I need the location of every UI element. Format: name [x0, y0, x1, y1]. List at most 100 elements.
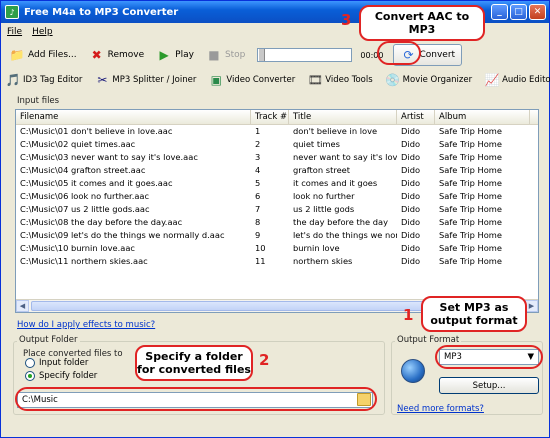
- cell-filename: C:\Music\11 northern skies.aac: [20, 256, 148, 266]
- cell-album: Safe Trip Home: [439, 191, 502, 201]
- add-files-button[interactable]: 📁 Add Files...: [5, 45, 81, 65]
- close-button[interactable]: ✕: [529, 4, 546, 20]
- column-header-filename[interactable]: Filename: [16, 110, 251, 124]
- cell-track: 11: [255, 256, 266, 266]
- cell-track: 8: [255, 217, 261, 227]
- table-row[interactable]: C:\Music\10 burnin love.aac 10 burnin love…: [16, 242, 538, 255]
- minimize-button[interactable]: _: [491, 4, 508, 20]
- scroll-left-icon[interactable]: ◀: [16, 300, 29, 312]
- column-header-title[interactable]: Title: [289, 110, 397, 124]
- output-folder-label: Output Folder: [17, 335, 80, 345]
- table-row[interactable]: C:\Music\09 let's do the things we norma…: [16, 229, 538, 242]
- cell-title: northern skies: [293, 256, 353, 266]
- format-highlight-ring: [435, 345, 543, 369]
- cell-album: Safe Trip Home: [439, 126, 502, 136]
- tool-label: ID3 Tag Editor: [23, 75, 83, 85]
- audio-editor-icon: 📈: [484, 73, 500, 87]
- cell-title: grafton street: [293, 165, 351, 175]
- table-row[interactable]: C:\Music\11 northern skies.aac 11 northern…: [16, 255, 538, 268]
- cell-track: 3: [255, 152, 261, 162]
- cell-album: Safe Trip Home: [439, 152, 502, 162]
- tool-id3-tag-editor[interactable]: 🎵 ID3 Tag Editor: [5, 72, 83, 88]
- radio-input-folder-label: Input folder: [39, 358, 89, 368]
- table-row[interactable]: C:\Music\08 the day before the day.aac 8 t…: [16, 216, 538, 229]
- cell-artist: Dido: [401, 230, 421, 240]
- tool-mp3-splitter-joiner[interactable]: ✂ MP3 Splitter / Joiner: [94, 72, 196, 88]
- table-row[interactable]: C:\Music\02 quiet times.aac 2 quiet times D…: [16, 138, 538, 151]
- more-formats-link[interactable]: Need more formats?: [397, 404, 484, 414]
- table-row[interactable]: C:\Music\01 don't believe in love.aac 1 do…: [16, 125, 538, 138]
- remove-button[interactable]: ✖ Remove: [85, 45, 149, 65]
- tool-label: Audio Editor: [502, 75, 550, 85]
- play-button[interactable]: ▶ Play: [152, 45, 198, 65]
- setup-button[interactable]: Setup...: [439, 377, 539, 394]
- cell-artist: Dido: [401, 191, 421, 201]
- play-icon: ▶: [159, 48, 169, 62]
- globe-icon: [401, 359, 425, 383]
- table-row[interactable]: C:\Music\05 it comes and it goes.aac 5 it …: [16, 177, 538, 190]
- cell-artist: Dido: [401, 165, 421, 175]
- main-window: ♪ Free M4a to MP3 Converter _ □ ✕ File H…: [0, 0, 550, 438]
- menu-help[interactable]: Help: [32, 27, 53, 37]
- cell-artist: Dido: [401, 204, 421, 214]
- video-converter-icon: ▣: [210, 73, 223, 87]
- tool-audio-editor[interactable]: 📈 Audio Editor: [484, 72, 550, 88]
- table-row[interactable]: C:\Music\04 grafton street.aac 4 grafton s…: [16, 164, 538, 177]
- cell-title: quiet times: [293, 139, 340, 149]
- cell-album: Safe Trip Home: [439, 230, 502, 240]
- tool-movie-organizer[interactable]: 💿 Movie Organizer: [385, 72, 472, 88]
- table-row[interactable]: C:\Music\07 us 2 little gods.aac 7 us 2 li…: [16, 203, 538, 216]
- table-row[interactable]: C:\Music\03 never want to say it's love.…: [16, 151, 538, 164]
- stop-icon: ■: [208, 48, 220, 62]
- column-header-artist[interactable]: Artist: [397, 110, 435, 124]
- output-format-label: Output Format: [395, 335, 462, 345]
- input-files-list[interactable]: Filename Track # Title Artist Album C:\M…: [15, 109, 539, 313]
- cell-album: Safe Trip Home: [439, 178, 502, 188]
- radio-specify-folder[interactable]: Specify folder: [25, 371, 97, 381]
- stop-button[interactable]: ■ Stop: [202, 45, 249, 65]
- tool-video-tools[interactable]: 🎞 Video Tools: [307, 72, 373, 88]
- cell-filename: C:\Music\09 let's do the things we norma…: [20, 230, 225, 240]
- cell-track: 10: [255, 243, 266, 253]
- callout-number-3: 3: [341, 11, 352, 29]
- table-row[interactable]: C:\Music\06 look no further.aac 6 look no …: [16, 190, 538, 203]
- cell-artist: Dido: [401, 178, 421, 188]
- radio-dot: [25, 358, 35, 368]
- maximize-button[interactable]: □: [510, 4, 527, 20]
- cell-artist: Dido: [401, 217, 421, 227]
- cell-album: Safe Trip Home: [439, 204, 502, 214]
- cell-track: 4: [255, 165, 261, 175]
- tool-label: Video Converter: [226, 75, 296, 85]
- cell-filename: C:\Music\03 never want to say it's love.…: [20, 152, 198, 162]
- cell-title: it comes and it goes: [293, 178, 378, 188]
- cell-filename: C:\Music\04 grafton street.aac: [20, 165, 146, 175]
- remove-icon: ✖: [91, 48, 102, 62]
- tool-label: Movie Organizer: [402, 75, 473, 85]
- effects-help-link[interactable]: How do I apply effects to music?: [17, 320, 155, 330]
- column-header-album[interactable]: Album: [435, 110, 530, 124]
- tool-video-converter[interactable]: ▣ Video Converter: [208, 72, 296, 88]
- input-files-label: Input files: [17, 96, 60, 106]
- menu-file[interactable]: File: [7, 27, 22, 37]
- cell-artist: Dido: [401, 256, 421, 266]
- cell-album: Safe Trip Home: [439, 243, 502, 253]
- cell-track: 1: [255, 126, 261, 136]
- splitter-icon: ✂: [97, 73, 108, 87]
- cell-filename: C:\Music\07 us 2 little gods.aac: [20, 204, 150, 214]
- radio-dot-selected: [25, 371, 35, 381]
- column-header-track[interactable]: Track #: [251, 110, 289, 124]
- cell-artist: Dido: [401, 152, 421, 162]
- cell-album: Safe Trip Home: [439, 256, 502, 266]
- cell-artist: Dido: [401, 243, 421, 253]
- cell-track: 9: [255, 230, 261, 240]
- convert-highlight-ring: [377, 41, 421, 65]
- stop-label: Stop: [224, 50, 246, 60]
- cell-title: us 2 little gods: [293, 204, 355, 214]
- slider-thumb[interactable]: [259, 49, 266, 61]
- cell-album: Safe Trip Home: [439, 139, 502, 149]
- radio-input-folder[interactable]: Input folder: [25, 358, 88, 368]
- cell-filename: C:\Music\08 the day before the day.aac: [20, 217, 183, 227]
- tools-toolbar: 🎵 ID3 Tag Editor ✂ MP3 Splitter / Joiner…: [5, 69, 550, 91]
- playback-slider[interactable]: [257, 48, 353, 62]
- convert-label: Convert: [419, 50, 456, 60]
